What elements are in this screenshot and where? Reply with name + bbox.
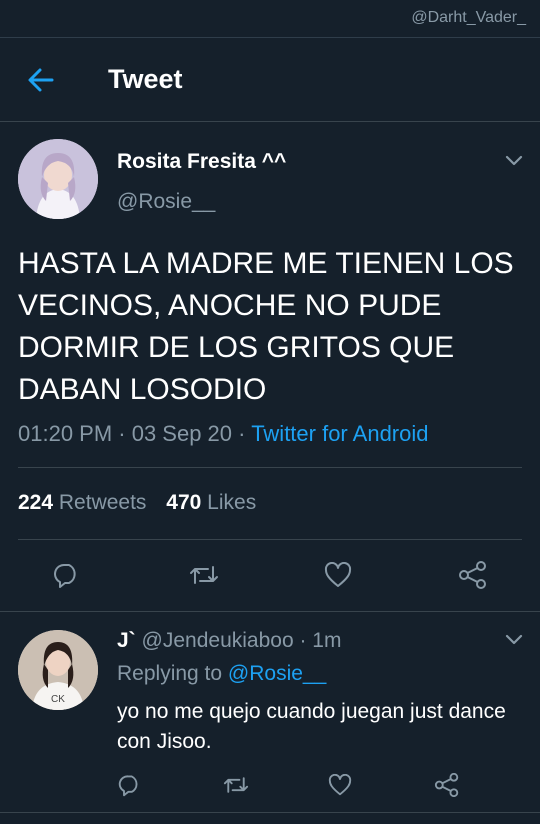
divider <box>18 539 522 540</box>
tweet-handle[interactable]: @Rosie__ <box>117 190 215 214</box>
tweet-time: 01:20 PM · 03 Sep 20 · <box>18 421 252 446</box>
chevron-down-icon[interactable] <box>504 633 524 647</box>
tweet-meta: 01:20 PM · 03 Sep 20 · Twitter for Andro… <box>18 421 429 447</box>
reply-handle-time[interactable]: @Jendeukiaboo · 1m <box>142 629 342 652</box>
replying-prefix: Replying to <box>117 662 228 685</box>
tweet-source[interactable]: Twitter for Android <box>251 421 428 446</box>
reply-author: J` @Jendeukiaboo · 1m <box>117 629 341 653</box>
header: Tweet <box>0 38 540 122</box>
like-icon[interactable] <box>324 562 352 588</box>
divider <box>0 611 540 612</box>
likes-count[interactable]: 470 <box>166 491 201 514</box>
tweet-display-name[interactable]: Rosita Fresita ^^ <box>117 150 286 174</box>
reply-icon[interactable] <box>118 773 142 797</box>
page-title: Tweet <box>108 64 183 94</box>
divider <box>0 812 540 813</box>
reply-icon[interactable] <box>53 561 81 589</box>
avatar[interactable] <box>18 139 98 219</box>
retweets-count[interactable]: 224 <box>18 491 53 514</box>
like-icon[interactable] <box>328 774 352 796</box>
tweet-text: HASTA LA MADRE ME TIENEN LOS VECINOS, AN… <box>18 247 514 406</box>
status-bar: @Darht_Vader_ <box>0 0 540 38</box>
reply-display-name[interactable]: J` <box>117 629 136 652</box>
reply-text: yo no me quejo cuando juegan just dance … <box>117 700 506 753</box>
share-icon[interactable] <box>434 773 460 797</box>
watermark: @Darht_Vader_ <box>411 9 526 26</box>
svg-text:CK: CK <box>51 694 65 705</box>
avatar[interactable]: CK <box>18 630 98 710</box>
back-arrow-icon[interactable] <box>26 66 56 94</box>
retweet-icon[interactable] <box>188 561 220 589</box>
likes-label[interactable]: Likes <box>207 491 256 514</box>
share-icon[interactable] <box>458 561 488 589</box>
retweets-label[interactable]: Retweets <box>59 491 147 514</box>
divider <box>18 467 522 468</box>
chevron-down-icon[interactable] <box>504 154 524 168</box>
replying-to-mention[interactable]: @Rosie__ <box>228 662 326 685</box>
retweet-icon[interactable] <box>222 773 250 797</box>
tweet-stats: 224 Retweets 470 Likes <box>18 491 256 515</box>
replying-to: Replying to @Rosie__ <box>117 662 326 686</box>
